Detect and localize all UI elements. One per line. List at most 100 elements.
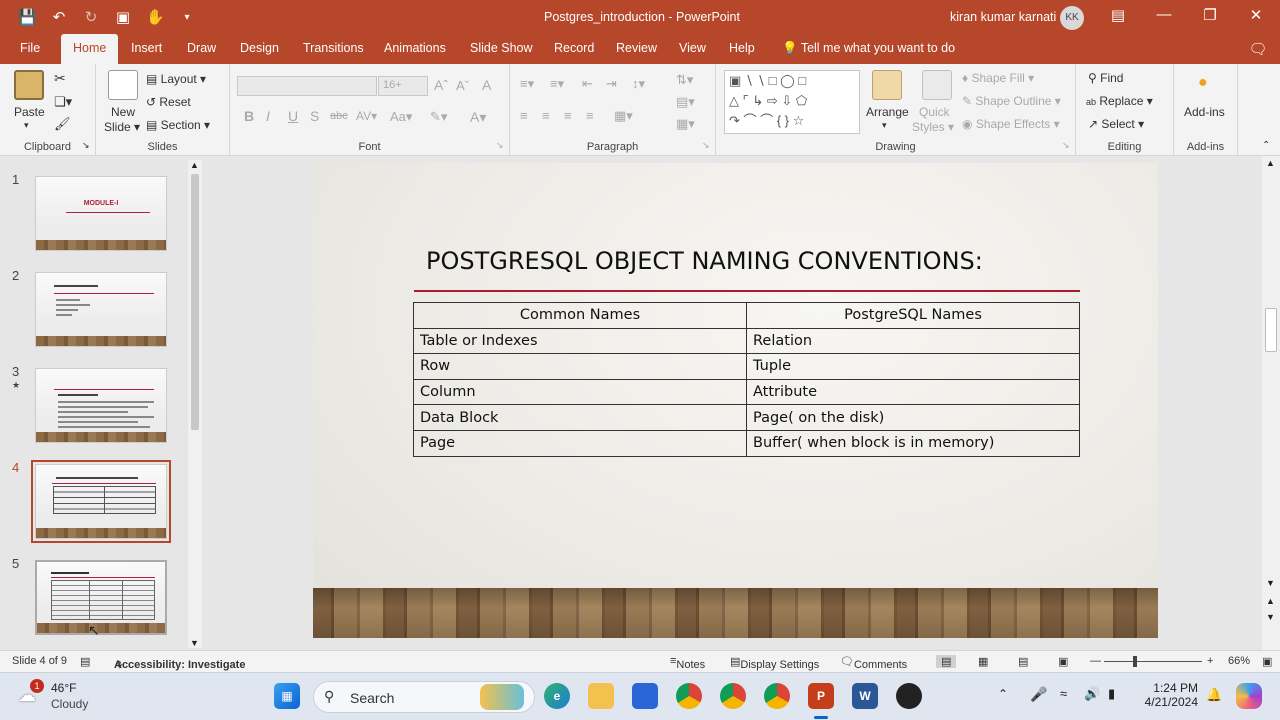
find-button[interactable]: ⚲ Find [1088, 71, 1123, 85]
align-center-icon[interactable]: ≡ [542, 108, 550, 123]
tab-design[interactable]: Design [240, 41, 279, 55]
shapes-gallery[interactable]: ▣ ∖ ∖ □ ◯ □ △ ⌜ ↳ ⇨ ⇩ ⬠ ↷ ⌒ ⌒ { } ☆ [724, 70, 860, 134]
recording-app-icon[interactable] [896, 683, 922, 709]
redo-icon[interactable]: ↻ [82, 8, 100, 26]
quick-styles-button-2[interactable]: Styles ▾ [912, 120, 954, 134]
shape-fill-button[interactable]: ♦ Shape Fill ▾ [962, 71, 1034, 85]
new-slide-button-2[interactable]: Slide ▾ [104, 120, 140, 134]
collapse-ribbon-icon[interactable]: ⌃ [1262, 140, 1270, 151]
weather-widget[interactable]: ☁ 1 46°F Cloudy [18, 679, 98, 715]
tab-transitions[interactable]: Transitions [303, 41, 364, 55]
microphone-icon[interactable]: 🎤 [1030, 686, 1047, 703]
paste-dropdown-icon[interactable]: ▾ [24, 120, 29, 131]
character-spacing-icon[interactable]: AV▾ [356, 109, 377, 123]
minimize-icon[interactable]: — [1154, 6, 1174, 23]
naming-table[interactable]: Common Names PostgreSQL Names Table or I… [413, 302, 1080, 457]
clear-formatting-icon[interactable]: A [482, 77, 491, 93]
columns-icon[interactable]: ▦▾ [614, 108, 633, 124]
slide-title[interactable]: POSTGRESQL OBJECT NAMING CONVENTIONS: [426, 247, 983, 275]
fit-to-window-icon[interactable]: ▣ [1262, 655, 1272, 668]
previous-slide-icon[interactable]: ▲ [1266, 596, 1275, 606]
tab-animations[interactable]: Animations [384, 41, 446, 55]
font-name-box[interactable] [237, 76, 377, 96]
highlight-icon[interactable]: ✎▾ [430, 109, 447, 125]
powerpoint-icon[interactable]: P [808, 683, 834, 709]
align-text-icon[interactable]: ▤▾ [676, 94, 695, 110]
taskbar-search[interactable]: ⚲ Search [313, 681, 535, 713]
slide-thumbnail-3[interactable] [35, 368, 167, 443]
drawing-launcher-icon[interactable]: ↘ [1062, 140, 1070, 151]
font-launcher-icon[interactable]: ↘ [496, 140, 504, 151]
chrome-icon[interactable] [676, 683, 702, 709]
volume-icon[interactable]: 🔊 [1084, 686, 1100, 702]
new-slide-button[interactable]: New [111, 105, 135, 119]
align-left-icon[interactable]: ≡ [520, 108, 528, 123]
decrease-indent-icon[interactable]: ⇤ [582, 76, 593, 92]
display-settings-button[interactable]: ▤ Display Settings [730, 655, 819, 671]
select-button[interactable]: ↗ Select ▾ [1088, 117, 1144, 131]
edge-icon[interactable]: e [544, 683, 570, 709]
new-slide-icon[interactable] [108, 70, 138, 100]
chrome-profile-2-icon[interactable] [720, 683, 746, 709]
zoom-out-icon[interactable]: — [1090, 655, 1101, 667]
change-case-icon[interactable]: Aa▾ [390, 109, 412, 125]
paste-icon[interactable] [14, 70, 44, 100]
quick-styles-button[interactable]: Quick [919, 105, 950, 119]
thumbnail-scrollbar[interactable]: ▲ ▼ [188, 160, 202, 648]
current-slide[interactable]: POSTGRESQL OBJECT NAMING CONVENTIONS: Co… [313, 163, 1158, 638]
slide-thumbnail-2[interactable] [35, 272, 167, 347]
increase-indent-icon[interactable]: ⇥ [606, 76, 617, 92]
arrange-button[interactable]: Arrange [866, 105, 909, 119]
shape-effects-button[interactable]: ◉ Shape Effects ▾ [962, 117, 1060, 131]
addins-button[interactable]: Add-ins [1184, 105, 1225, 119]
text-direction-icon[interactable]: ⇅▾ [676, 72, 693, 88]
justify-icon[interactable]: ≡ [586, 108, 594, 123]
bold-icon[interactable]: B [244, 108, 254, 124]
scroll-down-icon[interactable]: ▼ [190, 638, 199, 648]
italic-icon[interactable]: I [266, 108, 270, 124]
clipboard-launcher-icon[interactable]: ↘ [82, 140, 90, 151]
slide-thumbnail-1[interactable]: MODULE-I [35, 176, 167, 251]
scroll-up-icon[interactable]: ▲ [190, 160, 199, 170]
shape-outline-button[interactable]: ✎ Shape Outline ▾ [962, 94, 1061, 108]
user-name[interactable]: kiran kumar karnati [950, 10, 1056, 24]
slide-counter[interactable]: Slide 4 of 9 [12, 655, 67, 667]
line-spacing-icon[interactable]: ↕▾ [632, 76, 645, 92]
normal-view-icon[interactable]: ▤ [936, 655, 957, 668]
tab-slide-show[interactable]: Slide Show [470, 41, 533, 55]
copy-icon[interactable]: ❏▾ [54, 94, 72, 110]
slide-show-icon[interactable]: ▣ [1058, 655, 1068, 668]
paragraph-launcher-icon[interactable]: ↘ [702, 140, 710, 151]
tab-insert[interactable]: Insert [131, 41, 162, 55]
comments-icon[interactable]: 🗨 [1248, 40, 1268, 58]
next-slide-icon[interactable]: ▼ [1266, 612, 1275, 622]
increase-font-icon[interactable]: Aˆ [434, 77, 448, 93]
scroll-thumb[interactable] [1265, 308, 1277, 352]
font-color-icon[interactable]: A▾ [470, 109, 486, 126]
show-hidden-icons[interactable]: ⌃ [998, 687, 1008, 701]
addins-icon[interactable]: ● [1198, 74, 1208, 92]
store-icon[interactable] [632, 683, 658, 709]
font-size-box[interactable]: 16+ [378, 76, 428, 96]
smartart-icon[interactable]: ▦▾ [676, 116, 695, 132]
clock[interactable]: 1:24 PM 4/21/2024 [1140, 681, 1198, 709]
tell-me-search[interactable]: 💡 Tell me what you want to do [782, 41, 955, 56]
chrome-profile-3-icon[interactable] [764, 683, 790, 709]
word-icon[interactable]: W [852, 683, 878, 709]
battery-icon[interactable]: ▮ [1108, 686, 1115, 702]
underline-icon[interactable]: U [288, 108, 298, 124]
layout-button[interactable]: ▤ Layout ▾ [146, 72, 206, 86]
tab-home[interactable]: Home [61, 34, 119, 64]
bullets-icon[interactable]: ≡▾ [520, 76, 534, 92]
comments-button[interactable]: 🗨 Comments [840, 655, 907, 671]
decrease-font-icon[interactable]: Aˇ [456, 78, 469, 93]
touch-mode-icon[interactable]: ✋ [146, 8, 165, 26]
align-right-icon[interactable]: ≡ [564, 108, 572, 123]
arrange-icon[interactable] [872, 70, 902, 100]
tab-record[interactable]: Record [554, 41, 594, 55]
tab-review[interactable]: Review [616, 41, 657, 55]
tab-view[interactable]: View [679, 41, 706, 55]
save-icon[interactable]: 💾 [18, 8, 37, 26]
reading-view-icon[interactable]: ▤ [1018, 655, 1028, 668]
zoom-level[interactable]: 66% [1228, 655, 1250, 667]
